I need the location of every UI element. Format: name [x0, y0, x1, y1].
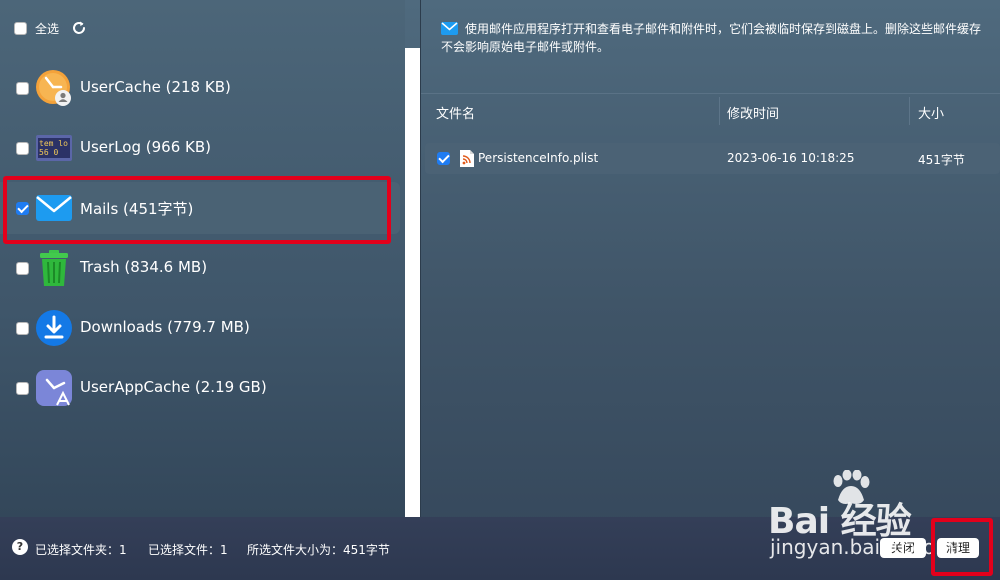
column-header-modified[interactable]: 修改时间: [727, 103, 779, 122]
column-divider[interactable]: [909, 97, 910, 125]
refresh-icon[interactable]: [71, 20, 87, 36]
file-detail-pane: 使用邮件应用程序打开和查看电子邮件和附件时，它们会被临时保存到磁盘上。删除这些邮…: [421, 0, 1000, 517]
svg-text:56 0: 56 0: [39, 148, 58, 157]
description-text: 使用邮件应用程序打开和查看电子邮件和附件时，它们会被临时保存到磁盘上。删除这些邮…: [441, 22, 982, 54]
select-all-label[interactable]: 全选: [35, 20, 59, 37]
mail-envelope-icon: [441, 22, 458, 35]
folder-item-downloads[interactable]: Downloads (779.7 MB): [0, 302, 400, 354]
folder-item-trash[interactable]: Trash (834.6 MB): [0, 242, 400, 294]
folder-label: Downloads (779.7 MB): [80, 318, 250, 336]
header-separator: [421, 93, 1000, 94]
folder-checkbox[interactable]: [16, 322, 29, 335]
column-header-size[interactable]: 大小: [918, 103, 944, 122]
folder-label: UserAppCache (2.19 GB): [80, 378, 267, 396]
highlight-box-mails: [3, 176, 391, 244]
selected-files-count: 已选择文件：1: [148, 543, 228, 557]
rss-file-icon: [460, 150, 474, 167]
user-cache-clock-icon: [36, 70, 71, 106]
download-arrow-icon: [36, 310, 72, 346]
folder-item-userlog[interactable]: tem lo 56 0 UserLog (966 KB): [0, 122, 400, 174]
file-checkbox[interactable]: [437, 152, 450, 165]
folder-checkbox[interactable]: [16, 382, 29, 395]
column-divider[interactable]: [719, 97, 720, 125]
file-modified: 2023-06-16 10:18:25: [727, 151, 855, 165]
folder-item-userappcache[interactable]: UserAppCache (2.19 GB): [0, 362, 400, 414]
file-size: 451字节: [918, 153, 965, 167]
highlight-box-clean: [931, 518, 993, 576]
folder-label: UserCache (218 KB): [80, 78, 231, 96]
column-header-name[interactable]: 文件名: [436, 103, 475, 122]
folder-list-scrollbar[interactable]: [405, 48, 420, 517]
mail-cache-description: 使用邮件应用程序打开和查看电子邮件和附件时，它们会被临时保存到磁盘上。删除这些邮…: [441, 20, 981, 56]
select-all-row: 全选: [14, 18, 87, 38]
folder-checkbox[interactable]: [16, 262, 29, 275]
folder-label: UserLog (966 KB): [80, 138, 211, 156]
folder-item-usercache[interactable]: UserCache (218 KB): [0, 62, 400, 114]
folder-label: Trash (834.6 MB): [80, 258, 208, 276]
file-table-header: 文件名 修改时间 大小: [421, 97, 1000, 125]
selected-folders-count: 已选择文件夹：1: [35, 543, 127, 557]
selected-size: 所选文件大小为：451字节: [247, 543, 390, 557]
folder-list-pane: 全选 UserCache (218 KB) tem lo 56 0 UserLo…: [0, 0, 405, 517]
watermark-url: jingyan.baidu.com: [770, 535, 955, 559]
user-log-icon: tem lo 56 0: [36, 135, 72, 161]
file-name: PersistenceInfo.plist: [478, 151, 599, 165]
app-window: 全选 UserCache (218 KB) tem lo 56 0 UserLo…: [0, 0, 1000, 580]
folder-checkbox[interactable]: [16, 142, 29, 155]
file-row[interactable]: PersistenceInfo.plist 2023-06-16 10:18:2…: [425, 143, 1000, 174]
help-icon[interactable]: ?: [12, 539, 28, 555]
trash-can-icon: [40, 250, 68, 286]
svg-text:tem lo: tem lo: [39, 139, 68, 148]
user-app-cache-icon: [36, 370, 72, 406]
folder-checkbox[interactable]: [16, 82, 29, 95]
select-all-checkbox[interactable]: [14, 21, 27, 35]
